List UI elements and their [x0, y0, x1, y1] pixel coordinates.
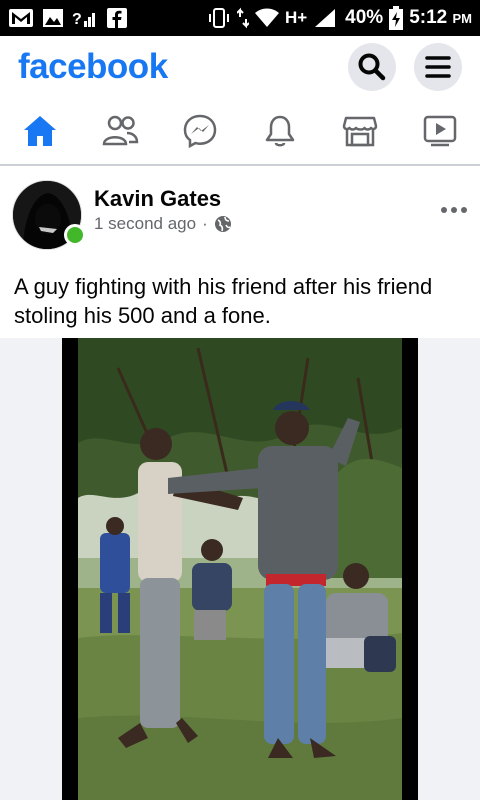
tab-notifications[interactable]	[250, 101, 310, 161]
globe-icon	[214, 216, 231, 232]
post-text: A guy fighting with his friend after his…	[14, 274, 433, 328]
home-icon	[24, 116, 56, 146]
no-signal-icon: ?	[72, 7, 98, 29]
post-meta: 1 second ago ·	[94, 214, 232, 234]
video-icon	[423, 115, 457, 147]
battery-charging-icon	[389, 6, 404, 30]
bell-icon	[265, 115, 295, 147]
online-status-dot	[64, 224, 86, 246]
post-options-button[interactable]	[440, 194, 468, 220]
gallery-icon	[42, 7, 64, 29]
tab-marketplace[interactable]	[330, 101, 390, 161]
app-header: facebook	[0, 36, 480, 98]
svg-text:?: ?	[72, 11, 82, 28]
data-arrows-icon	[236, 7, 249, 29]
tab-watch[interactable]	[410, 101, 470, 161]
facebook-logo[interactable]: facebook	[18, 47, 168, 87]
status-bar: ? H+ 40% 5:12 PM	[0, 0, 480, 36]
tab-bar	[0, 98, 480, 166]
gmail-icon	[8, 7, 34, 29]
vibrate-icon	[207, 7, 231, 29]
friends-icon	[102, 115, 139, 146]
post-media[interactable]	[0, 338, 480, 800]
store-icon	[342, 116, 378, 147]
meta-separator: ·	[202, 214, 208, 233]
battery-percent: 40%	[345, 7, 384, 28]
signal-icon	[313, 7, 339, 29]
tab-home[interactable]	[10, 101, 70, 161]
video-frame	[78, 338, 402, 800]
author-name[interactable]: Kavin Gates	[94, 186, 221, 212]
facebook-notification-icon	[106, 7, 128, 29]
messenger-icon	[183, 114, 217, 149]
search-icon	[358, 53, 386, 81]
menu-button[interactable]	[414, 43, 462, 91]
post-header: Kavin Gates 1 second ago ·	[0, 176, 480, 256]
network-type: H+	[284, 8, 308, 27]
tab-friends[interactable]	[90, 101, 150, 161]
post-time[interactable]: 1 second ago	[94, 214, 196, 234]
menu-icon	[425, 56, 451, 78]
search-button[interactable]	[348, 43, 396, 91]
video-player[interactable]	[62, 338, 418, 800]
more-dots-icon	[441, 207, 467, 213]
clock: 5:12 PM	[409, 7, 472, 28]
tab-messenger[interactable]	[170, 101, 230, 161]
wifi-icon	[254, 8, 279, 28]
